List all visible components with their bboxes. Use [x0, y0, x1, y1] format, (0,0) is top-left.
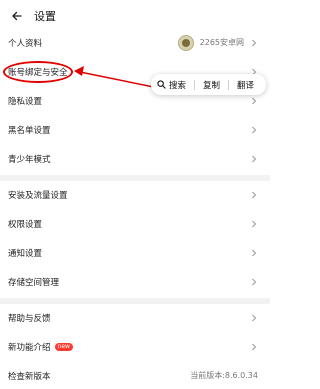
copy-label: 复制: [203, 80, 221, 91]
row-help-feedback[interactable]: 帮助与反馈: [0, 303, 270, 332]
translate-menu-item[interactable]: 翻译: [237, 79, 254, 91]
row-label: 帮助与反馈: [8, 313, 51, 324]
row-install-traffic[interactable]: 安装及流量设置: [0, 180, 270, 209]
menu-divider: [194, 79, 196, 90]
avatar: [177, 34, 194, 51]
row-storage[interactable]: 存储空间管理: [0, 267, 270, 296]
row-blacklist[interactable]: 黑名单设置: [0, 115, 270, 144]
menu-divider: [228, 79, 230, 90]
row-label: 黑名单设置: [8, 125, 51, 136]
row-profile[interactable]: 个人资料 2265安卓网: [0, 28, 270, 57]
chevron-right-icon: [252, 343, 257, 350]
row-teen-mode[interactable]: 青少年模式: [0, 144, 270, 173]
search-menu-item[interactable]: 搜索: [157, 79, 186, 91]
chevron-right-icon: [252, 155, 257, 162]
highlight-ellipse: [3, 61, 73, 83]
row-whats-new[interactable]: 新功能介绍 new: [0, 332, 270, 361]
row-label: 新功能介绍: [8, 342, 51, 353]
current-version: 当前版本:8.6.0.34: [190, 371, 258, 380]
chevron-right-icon: [252, 191, 257, 198]
row-label: 权限设置: [8, 219, 43, 230]
chevron-right-icon: [252, 278, 257, 285]
row-label: 隐私设置: [8, 96, 43, 107]
chevron-right-icon: [252, 314, 257, 321]
row-label: 检查新版本: [8, 371, 51, 382]
copy-menu-item[interactable]: 复制: [203, 79, 220, 91]
new-badge: new: [54, 342, 73, 351]
row-permissions[interactable]: 权限设置: [0, 209, 270, 238]
chevron-right-icon: [252, 39, 257, 46]
chevron-right-icon: [252, 220, 257, 227]
chevron-right-icon: [252, 97, 257, 104]
chevron-right-icon: [252, 126, 257, 133]
back-arrow-icon[interactable]: [8, 7, 26, 25]
page-title: 设置: [34, 10, 56, 23]
row-label: 个人资料: [8, 38, 43, 49]
row-label: 青少年模式: [8, 154, 51, 165]
row-notifications[interactable]: 通知设置: [0, 238, 270, 267]
search-label: 搜索: [169, 80, 187, 91]
chevron-right-icon: [252, 249, 257, 256]
row-check-update[interactable]: 检查新版本 当前版本:8.6.0.34: [0, 361, 270, 389]
search-icon: [157, 80, 166, 89]
row-label: 存储空间管理: [8, 277, 60, 288]
row-label: 通知设置: [8, 248, 43, 259]
profile-name: 2265安卓网: [199, 38, 244, 47]
text-selection-menu: 搜索 复制 翻译: [151, 74, 266, 95]
row-label: 安装及流量设置: [8, 190, 68, 201]
translate-label: 翻译: [237, 80, 255, 91]
